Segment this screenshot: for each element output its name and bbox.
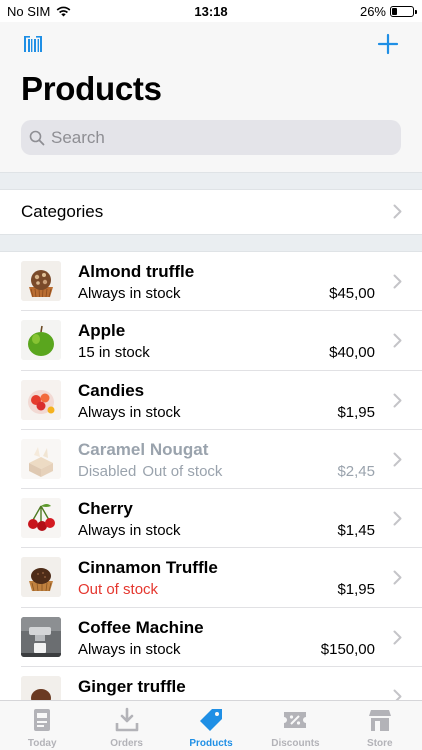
product-row-cinnamon-truffle[interactable]: Cinnamon Truffle Out of stock $1,95 bbox=[0, 548, 422, 609]
product-stock: Out of stock bbox=[78, 581, 159, 599]
candies-image bbox=[21, 379, 61, 420]
cherry-image bbox=[21, 498, 61, 539]
tab-label: Today bbox=[27, 738, 57, 749]
disabled-status: Disabled bbox=[78, 462, 137, 480]
tab-label: Discounts bbox=[271, 738, 320, 749]
chevron-right-icon bbox=[393, 630, 402, 645]
battery-icon bbox=[390, 6, 417, 17]
tab-label: Orders bbox=[110, 738, 143, 749]
product-list: Almond truffle Always in stock $45,00 Ap… bbox=[0, 252, 422, 727]
section-separator bbox=[0, 172, 422, 190]
apple-image bbox=[21, 320, 61, 361]
tab-today[interactable]: Today bbox=[0, 701, 84, 750]
caramel-nougat-image bbox=[21, 438, 61, 479]
product-price: $1,45 bbox=[337, 522, 375, 540]
product-row-almond-truffle[interactable]: Almond truffle Always in stock $45,00 bbox=[0, 252, 422, 312]
section-separator bbox=[0, 234, 422, 252]
product-price: $1,95 bbox=[337, 403, 375, 421]
product-row-coffee-machine[interactable]: Coffee Machine Always in stock $150,00 bbox=[0, 607, 422, 668]
coffee-machine-image bbox=[21, 616, 61, 657]
product-name: Cinnamon Truffle bbox=[78, 558, 218, 578]
product-row-caramel-nougat[interactable]: Caramel Nougat Disabled Out of stock $2,4… bbox=[0, 429, 422, 490]
chevron-right-icon bbox=[393, 393, 402, 408]
add-product-button[interactable] bbox=[376, 32, 400, 56]
store-icon bbox=[368, 710, 391, 731]
navigation-header: Products bbox=[0, 22, 422, 172]
status-bar: No SIM 13:18 26% bbox=[0, 0, 422, 22]
search-bar[interactable] bbox=[21, 120, 401, 155]
almond-truffle-image bbox=[21, 261, 61, 301]
tab-label: Products bbox=[189, 738, 233, 749]
product-row-cherry[interactable]: Cherry Always in stock $1,45 bbox=[0, 489, 422, 549]
discount-icon bbox=[284, 712, 307, 728]
product-stock: Always in stock bbox=[78, 640, 181, 658]
tab-discounts[interactable]: Discounts bbox=[253, 701, 337, 750]
stock-status: Out of stock bbox=[142, 462, 223, 480]
product-name: Ginger truffle bbox=[78, 677, 186, 697]
search-icon bbox=[29, 130, 45, 145]
chevron-right-icon bbox=[393, 274, 402, 289]
product-price: $45,00 bbox=[329, 285, 375, 302]
search-input[interactable] bbox=[51, 127, 391, 148]
product-price: $2,45 bbox=[337, 462, 375, 480]
product-price: $40,00 bbox=[329, 344, 375, 362]
chevron-right-icon bbox=[393, 511, 402, 526]
categories-label: Categories bbox=[21, 202, 104, 221]
tab-label: Store bbox=[367, 738, 393, 749]
product-row-candies[interactable]: Candies Always in stock $1,95 bbox=[0, 370, 422, 431]
product-stock: Always in stock bbox=[78, 285, 181, 302]
product-price: $1,95 bbox=[337, 581, 375, 599]
chevron-right-icon bbox=[393, 333, 402, 348]
tab-products[interactable]: Products bbox=[169, 701, 253, 750]
cinnamon-truffle-image bbox=[21, 557, 61, 598]
product-name: Cherry bbox=[78, 499, 133, 519]
status-time: 13:18 bbox=[194, 4, 228, 19]
today-icon bbox=[34, 709, 51, 731]
product-row-apple[interactable]: Apple 15 in stock $40,00 bbox=[0, 311, 422, 371]
product-name: Almond truffle bbox=[78, 262, 195, 281]
chevron-right-icon bbox=[393, 204, 402, 219]
tag-icon bbox=[200, 709, 223, 731]
tab-bar: Today Orders Products Discounts Store bbox=[0, 700, 422, 750]
product-name: Candies bbox=[78, 380, 145, 400]
product-stock: 15 in stock bbox=[78, 344, 150, 362]
barcode-icon[interactable] bbox=[23, 34, 43, 54]
product-stock: Disabled Out of stock bbox=[78, 463, 222, 480]
product-name: Apple bbox=[78, 321, 126, 341]
product-stock: Always in stock bbox=[78, 522, 181, 540]
page-title: Products bbox=[21, 70, 162, 107]
battery-percent: 26% bbox=[359, 4, 386, 19]
status-right: 26% bbox=[359, 4, 417, 19]
tab-orders[interactable]: Orders bbox=[84, 701, 168, 750]
battery-level bbox=[392, 8, 398, 15]
chevron-right-icon bbox=[393, 570, 402, 585]
product-stock: Always in stock bbox=[78, 403, 181, 421]
tab-store[interactable]: Store bbox=[338, 701, 422, 750]
categories-row[interactable]: Categories bbox=[0, 190, 422, 234]
product-name: Coffee Machine bbox=[78, 617, 204, 637]
product-name: Caramel Nougat bbox=[78, 439, 209, 459]
chevron-right-icon bbox=[393, 452, 402, 467]
orders-icon bbox=[115, 707, 138, 732]
product-price: $150,00 bbox=[320, 640, 375, 658]
